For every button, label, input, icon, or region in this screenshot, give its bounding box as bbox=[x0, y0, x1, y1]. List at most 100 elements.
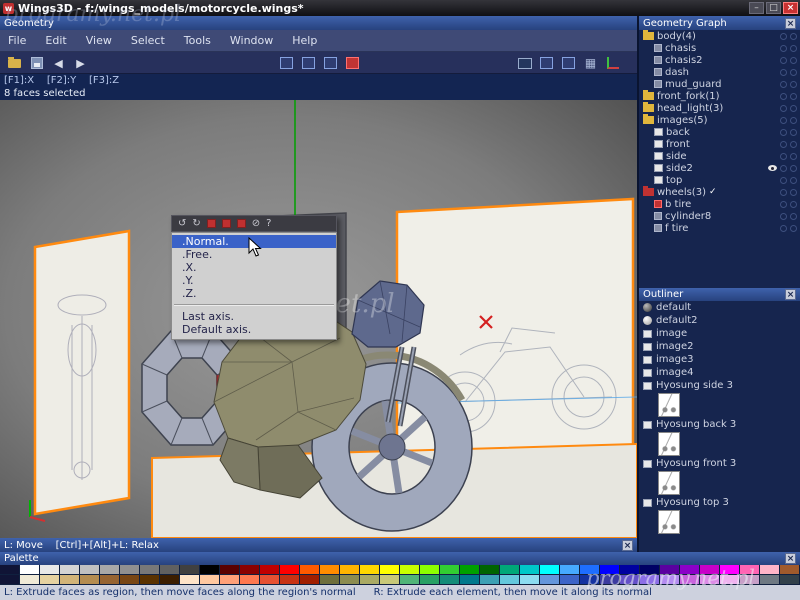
lock-toggle-icon[interactable] bbox=[790, 213, 797, 220]
texture-thumbnail[interactable] bbox=[658, 393, 680, 417]
palette-swatch[interactable] bbox=[600, 575, 619, 584]
palette-swatch[interactable] bbox=[660, 565, 679, 574]
palette-swatch[interactable] bbox=[780, 565, 799, 574]
maximize-button[interactable]: □ bbox=[766, 2, 781, 14]
geometry-item-b-tire[interactable]: b tire bbox=[639, 198, 800, 210]
palette-swatch[interactable] bbox=[180, 565, 199, 574]
texture-thumbnail[interactable] bbox=[658, 432, 680, 456]
visibility-toggle-icon[interactable] bbox=[780, 225, 787, 232]
palette-swatch[interactable] bbox=[620, 565, 639, 574]
palette-swatch[interactable] bbox=[720, 575, 739, 584]
vertex-mode-icon[interactable] bbox=[278, 55, 295, 72]
lock-toggle-icon[interactable] bbox=[790, 165, 797, 172]
palette-swatch[interactable] bbox=[380, 565, 399, 574]
palette-swatch[interactable] bbox=[460, 575, 479, 584]
face-mode-icon[interactable] bbox=[322, 55, 339, 72]
palette-swatch[interactable] bbox=[60, 565, 79, 574]
palette-swatch[interactable] bbox=[340, 565, 359, 574]
palette-swatch[interactable] bbox=[260, 575, 279, 584]
palette-swatch[interactable] bbox=[200, 565, 219, 574]
palette-swatch[interactable] bbox=[400, 575, 419, 584]
palette-swatch[interactable] bbox=[280, 565, 299, 574]
outliner-item-image[interactable]: image bbox=[639, 327, 800, 340]
geometry-item-back[interactable]: back bbox=[639, 126, 800, 138]
palette-swatch[interactable] bbox=[220, 565, 239, 574]
palette-swatch[interactable] bbox=[700, 565, 719, 574]
menu-tools[interactable]: Tools bbox=[182, 33, 213, 48]
menu-file[interactable]: File bbox=[6, 33, 28, 48]
outliner-item-hyosung-top-3[interactable]: Hyosung top 3 bbox=[639, 496, 800, 509]
lock-toggle-icon[interactable] bbox=[790, 141, 797, 148]
palette-swatch[interactable] bbox=[740, 565, 759, 574]
palette-swatch[interactable] bbox=[20, 575, 39, 584]
undo-icon[interactable]: ↺ bbox=[178, 219, 186, 229]
menu-view[interactable]: View bbox=[84, 33, 114, 48]
visibility-toggle-icon[interactable] bbox=[780, 33, 787, 40]
palette-swatch[interactable] bbox=[420, 565, 439, 574]
palette-swatch[interactable] bbox=[340, 575, 359, 584]
palette-swatch[interactable] bbox=[80, 565, 99, 574]
context-menu-item[interactable]: Default axis. bbox=[172, 323, 336, 336]
palette-swatch[interactable] bbox=[220, 575, 239, 584]
palette-swatch[interactable] bbox=[520, 575, 539, 584]
geometry-item-side[interactable]: side bbox=[639, 150, 800, 162]
geometry-item-head-light-3-[interactable]: head_light(3) bbox=[639, 102, 800, 114]
palette-swatch[interactable] bbox=[740, 575, 759, 584]
palette-swatch[interactable] bbox=[100, 565, 119, 574]
visibility-toggle-icon[interactable] bbox=[780, 213, 787, 220]
palette-swatch[interactable] bbox=[580, 575, 599, 584]
lock-toggle-icon[interactable] bbox=[790, 225, 797, 232]
menu-edit[interactable]: Edit bbox=[43, 33, 68, 48]
palette-swatch[interactable] bbox=[440, 565, 459, 574]
lock-toggle-icon[interactable] bbox=[790, 153, 797, 160]
palette-swatch[interactable] bbox=[680, 565, 699, 574]
palette-swatch[interactable] bbox=[160, 565, 179, 574]
visibility-toggle-icon[interactable] bbox=[780, 105, 787, 112]
palette-swatch[interactable] bbox=[540, 565, 559, 574]
palette-swatch[interactable] bbox=[80, 575, 99, 584]
palette-swatch[interactable] bbox=[580, 565, 599, 574]
palette-swatch[interactable] bbox=[620, 575, 639, 584]
palette-swatch[interactable] bbox=[560, 575, 579, 584]
palette-swatch[interactable] bbox=[300, 565, 319, 574]
geometry-item-mud-guard[interactable]: mud_guard bbox=[639, 78, 800, 90]
face-tool-icon[interactable] bbox=[237, 219, 246, 228]
palette-swatch[interactable] bbox=[660, 575, 679, 584]
palette-swatch[interactable] bbox=[760, 575, 779, 584]
close-icon[interactable]: × bbox=[785, 553, 796, 564]
visibility-toggle-icon[interactable] bbox=[780, 69, 787, 76]
perspective-view-icon[interactable] bbox=[560, 55, 577, 72]
context-menu-item[interactable]: .Normal. bbox=[172, 235, 336, 248]
palette-swatch[interactable] bbox=[540, 575, 559, 584]
palette-swatch[interactable] bbox=[160, 575, 179, 584]
visibility-toggle-icon[interactable] bbox=[780, 81, 787, 88]
visibility-toggle-icon[interactable] bbox=[780, 57, 787, 64]
context-menu-item[interactable]: .Z. bbox=[172, 287, 336, 300]
close-icon[interactable]: × bbox=[785, 289, 796, 300]
palette-swatch[interactable] bbox=[680, 575, 699, 584]
palette-swatch[interactable] bbox=[480, 565, 499, 574]
geometry-window-header[interactable]: Geometry bbox=[0, 16, 637, 30]
palette-swatch[interactable] bbox=[200, 575, 219, 584]
lock-toggle-icon[interactable] bbox=[790, 57, 797, 64]
context-menu-item[interactable]: Last axis. bbox=[172, 310, 336, 323]
deselect-icon[interactable]: ⊘ bbox=[252, 219, 260, 229]
lock-toggle-icon[interactable] bbox=[790, 189, 797, 196]
geometry-item-cylinder8[interactable]: cylinder8 bbox=[639, 210, 800, 222]
geometry-item-top[interactable]: top bbox=[639, 174, 800, 186]
lock-toggle-icon[interactable] bbox=[790, 81, 797, 88]
palette-header[interactable]: Palette × bbox=[0, 552, 800, 565]
palette-swatch[interactable] bbox=[320, 565, 339, 574]
palette-swatch[interactable] bbox=[500, 565, 519, 574]
geometry-item-f-tire[interactable]: f tire bbox=[639, 222, 800, 234]
titlebar[interactable]: w Wings3D - f:/wings_models/motorcycle.w… bbox=[0, 0, 800, 16]
save-file-icon[interactable] bbox=[28, 55, 45, 72]
grid-view-icon[interactable]: ▦ bbox=[582, 55, 599, 72]
visibility-toggle-icon[interactable] bbox=[780, 201, 787, 208]
context-menu-item[interactable]: .Free. bbox=[172, 248, 336, 261]
palette-swatch[interactable] bbox=[140, 565, 159, 574]
palette-swatch[interactable] bbox=[240, 575, 259, 584]
geometry-item-body-4-[interactable]: body(4) bbox=[639, 30, 800, 42]
geometry-item-side2[interactable]: side2 bbox=[639, 162, 800, 174]
lock-toggle-icon[interactable] bbox=[790, 129, 797, 136]
